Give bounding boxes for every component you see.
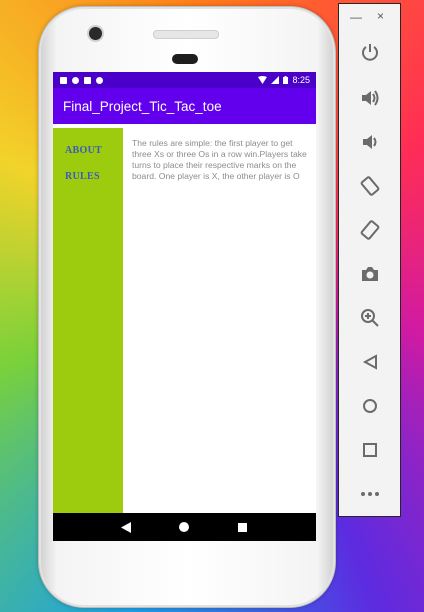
volume-up-icon[interactable] [355, 83, 385, 113]
emulator-control-panel: — × [338, 3, 401, 517]
shield-icon [72, 76, 79, 84]
camera-icon[interactable] [355, 259, 385, 289]
main-content: ABOUT RULES The rules are simple: the fi… [53, 124, 316, 513]
signal-icon [271, 76, 280, 84]
phone-frame: 8:25 Final_Project_Tic_Tac_toe ABOUT RUL… [38, 6, 336, 608]
sidebar: ABOUT RULES [53, 128, 123, 513]
more-icon[interactable] [355, 479, 385, 509]
volume-down-icon[interactable] [355, 127, 385, 157]
sidebar-item-about[interactable]: ABOUT [65, 145, 102, 156]
status-time: 8:25 [292, 75, 310, 85]
close-button[interactable]: × [377, 9, 384, 23]
zoom-icon[interactable] [355, 303, 385, 333]
rules-text: The rules are simple: the first player t… [132, 138, 307, 181]
rotate-right-icon[interactable] [355, 215, 385, 245]
app-bar: Final_Project_Tic_Tac_toe [53, 88, 316, 124]
home-icon[interactable] [355, 391, 385, 421]
sync-icon [96, 76, 103, 84]
rotate-left-icon[interactable] [355, 171, 385, 201]
power-icon[interactable] [355, 37, 385, 67]
status-bar: 8:25 [53, 72, 316, 88]
minimize-button[interactable]: — [350, 10, 362, 24]
wifi-icon [258, 76, 268, 84]
overview-icon[interactable] [355, 435, 385, 465]
battery-icon [283, 76, 289, 84]
panel-titlebar: — × [339, 9, 400, 26]
device-screen: 8:25 Final_Project_Tic_Tac_toe ABOUT RUL… [53, 72, 316, 541]
nav-overview-icon[interactable] [233, 517, 253, 537]
front-camera [89, 27, 102, 40]
back-icon[interactable] [355, 347, 385, 377]
nav-home-icon[interactable] [174, 517, 194, 537]
earpiece [172, 54, 198, 64]
speaker-grille [153, 30, 219, 39]
sd-card-icon [84, 76, 91, 84]
nav-back-icon[interactable] [116, 517, 136, 537]
app-title: Final_Project_Tic_Tac_toe [63, 98, 222, 114]
sidebar-item-rules[interactable]: RULES [65, 171, 100, 182]
navigation-bar [53, 513, 316, 541]
notification-icon [60, 76, 67, 84]
